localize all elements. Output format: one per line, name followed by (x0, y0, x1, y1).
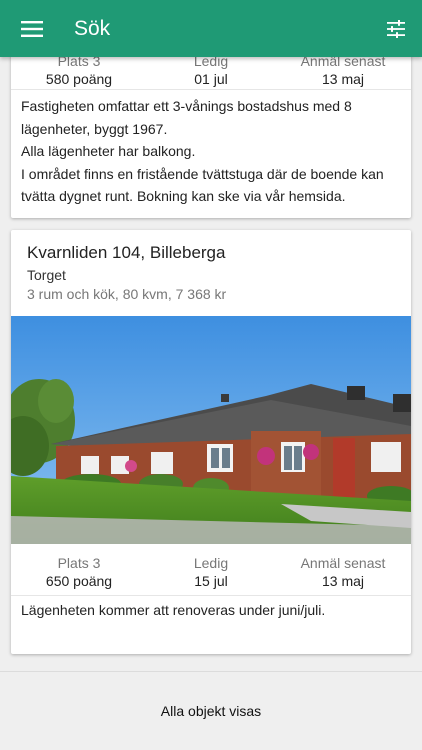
results-footer: Alla objekt visas (0, 671, 422, 750)
results-status-text: Alla objekt visas (160, 703, 262, 719)
stat-deadline: Anmäl senast 13 maj (283, 53, 403, 88)
description-paragraph: Lägenheten kommer att renoveras under ju… (21, 602, 326, 618)
stat-queue-position: Plats 3 580 poäng (19, 53, 139, 88)
stat-deadline: Anmäl senast 13 maj (283, 555, 403, 590)
tune-icon (387, 19, 405, 38)
stat-label: Anmäl senast (300, 555, 386, 571)
top-app-bar: Sök (0, 0, 422, 57)
listing-description: Lägenheten kommer att renoveras under ju… (21, 599, 401, 622)
listing-photo (11, 316, 411, 544)
listing-area: Torget (27, 267, 66, 283)
stat-value: 01 jul (194, 71, 228, 87)
stat-queue-position: Plats 3 650 poäng (19, 555, 139, 590)
menu-icon (21, 20, 43, 37)
stat-label: Plats 3 (57, 555, 101, 571)
listing-description: Fastigheten omfattar ett 3-vånings bosta… (21, 95, 401, 208)
filter-button[interactable] (374, 0, 418, 57)
listing-info: 3 rum och kök, 80 kvm, 7 368 kr (27, 286, 227, 302)
stat-available: Ledig 01 jul (146, 53, 276, 88)
stat-label: Ledig (193, 555, 229, 571)
description-paragraph: I området finns en fristående tvättstuga… (21, 165, 384, 205)
divider (11, 89, 411, 90)
page-title: Sök (74, 16, 111, 40)
stat-value: 15 jul (194, 573, 228, 589)
listing-address: Kvarnliden 104, Billeberga (27, 243, 226, 262)
description-paragraph: Alla lägenheter har balkong. (21, 143, 196, 159)
stat-value: 580 poäng (45, 71, 113, 87)
divider (11, 595, 411, 596)
listing-card[interactable]: Kvarnliden 104, Billeberga Torget 3 rum … (11, 230, 411, 654)
app-screen: Sök Plats 3 580 poäng Ledig 01 jul Anmäl… (0, 0, 422, 750)
stat-value: 13 maj (321, 71, 365, 87)
description-paragraph: Fastigheten omfattar ett 3-vånings bosta… (21, 98, 352, 137)
stat-value: 13 maj (321, 573, 365, 589)
stat-available: Ledig 15 jul (146, 555, 276, 590)
listing-stats: Plats 3 650 poäng Ledig 15 jul Anmäl sen… (11, 555, 411, 590)
stat-value: 650 poäng (45, 573, 113, 589)
listing-stats: Plats 3 580 poäng Ledig 01 jul Anmäl sen… (11, 53, 411, 88)
menu-button[interactable] (0, 0, 64, 57)
